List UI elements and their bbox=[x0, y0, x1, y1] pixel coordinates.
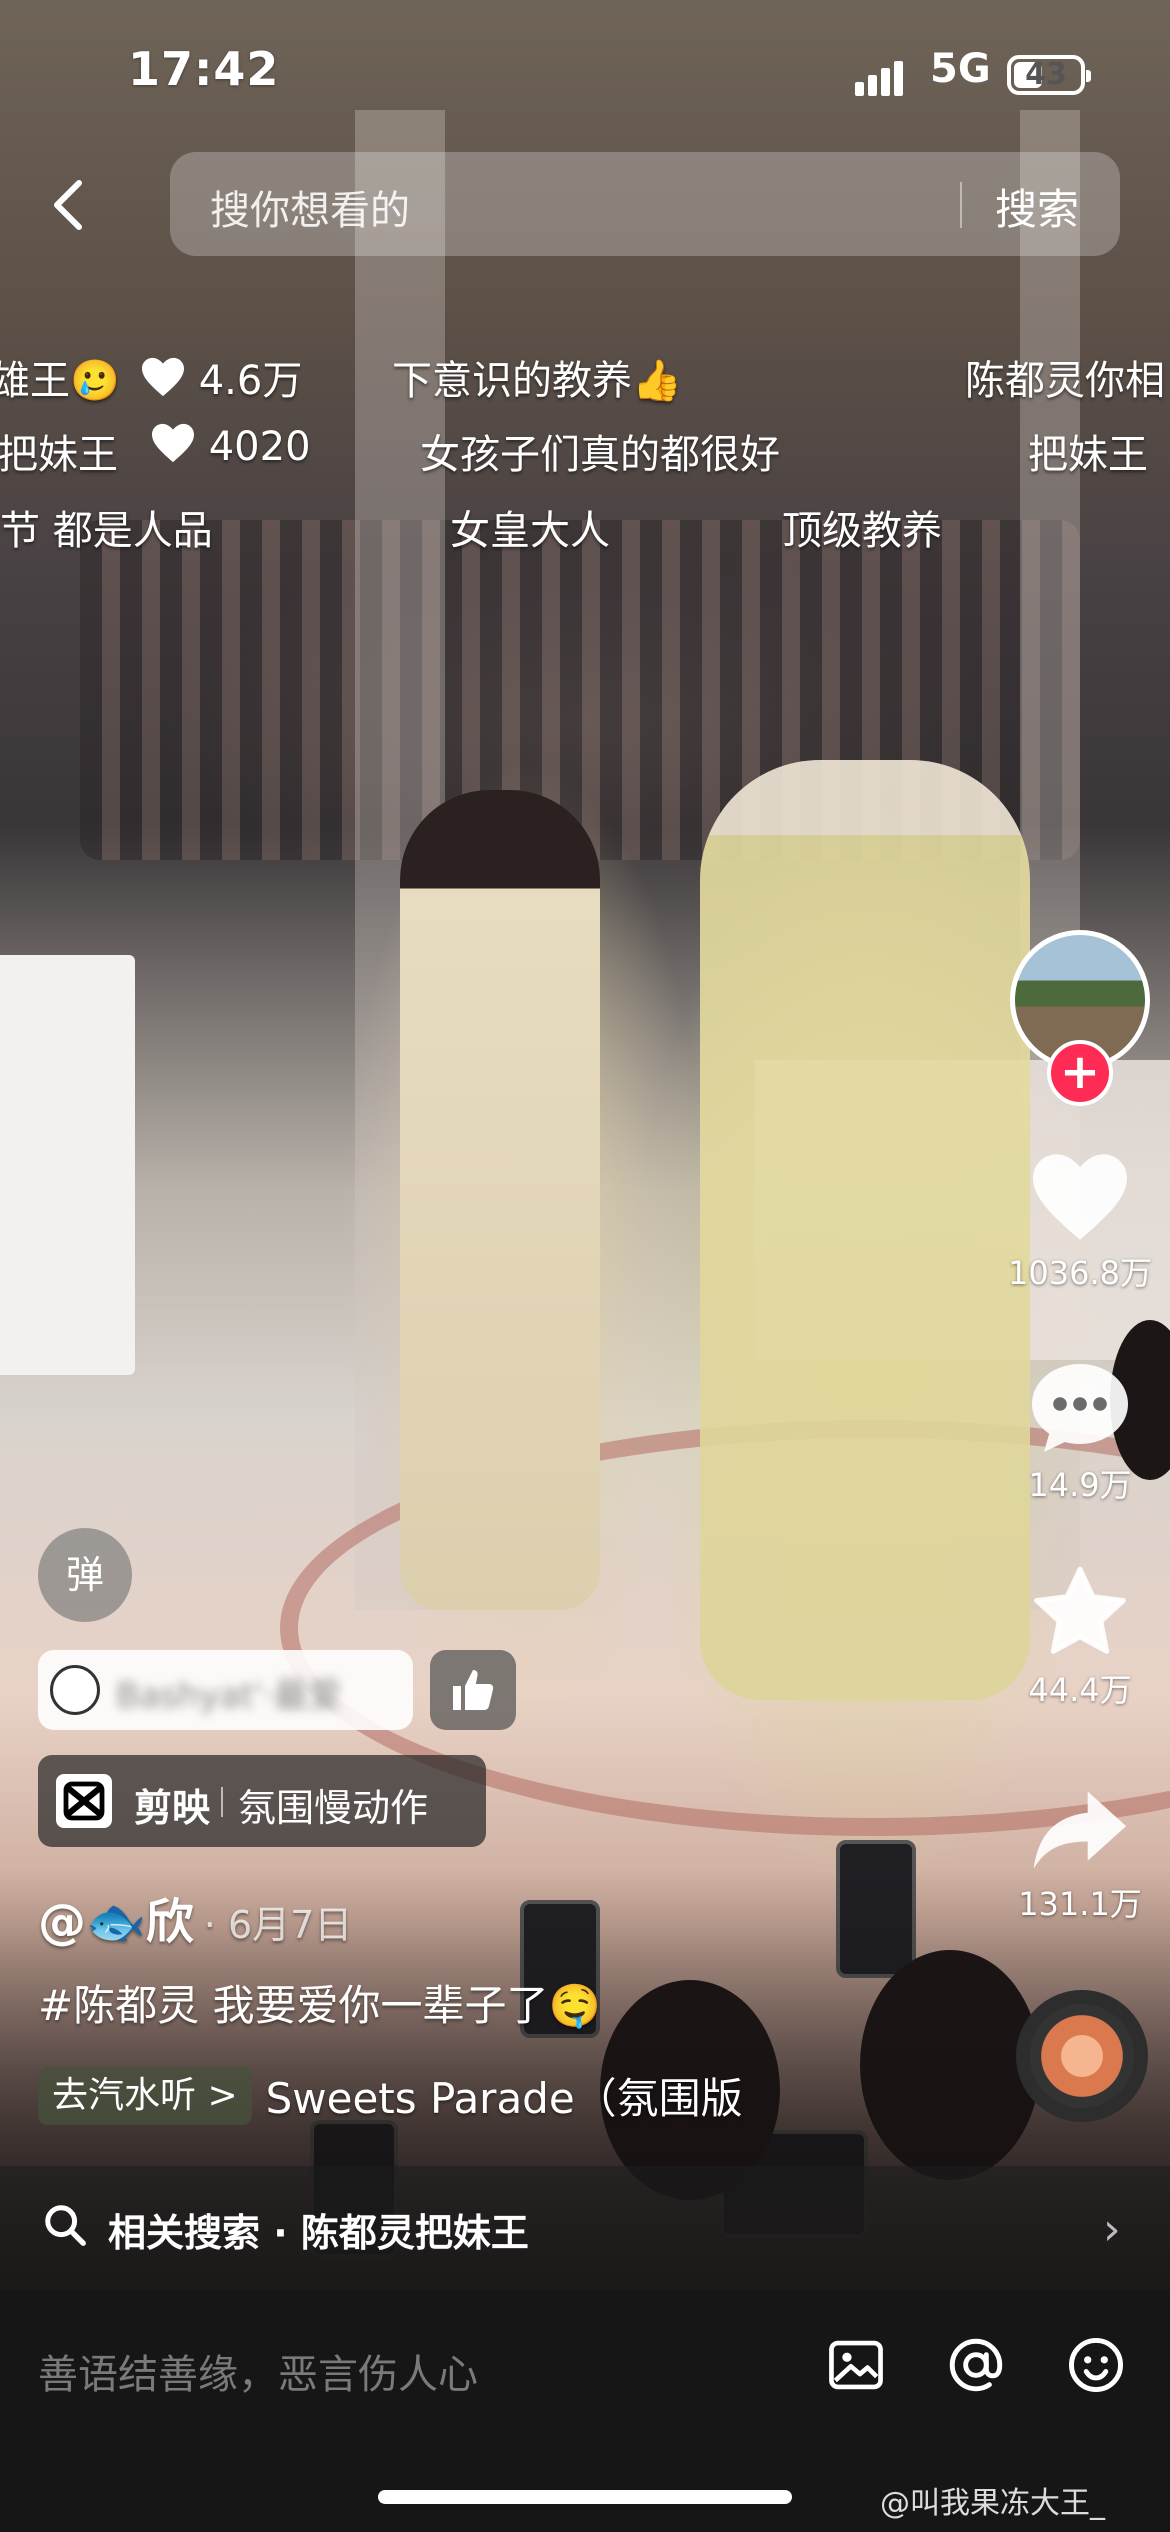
danmaku-comment: 顶级教养 bbox=[782, 508, 942, 554]
like-count: 1036.8万 bbox=[1008, 1254, 1152, 1292]
viewer-name: Bashyat'·最爱 bbox=[116, 1676, 342, 1716]
danmaku-comment: 女孩子们真的都很好 bbox=[420, 432, 780, 478]
search-button[interactable]: 搜索 bbox=[995, 176, 1079, 237]
favorite-button[interactable]: 44.4万 bbox=[995, 1565, 1165, 1711]
viewer-avatar bbox=[50, 1665, 100, 1715]
search-divider bbox=[960, 182, 962, 228]
recent-viewer-pill[interactable]: Bashyat'·最爱 bbox=[38, 1650, 413, 1730]
thumbs-up-button[interactable] bbox=[430, 1650, 516, 1730]
danmaku-toggle-button[interactable]: 弹 bbox=[38, 1528, 132, 1622]
person-figure bbox=[400, 790, 600, 1610]
music-disc[interactable] bbox=[1016, 1990, 1148, 2122]
status-bar: 17:42 5G 43 bbox=[0, 0, 1170, 150]
status-time: 17:42 bbox=[128, 42, 280, 96]
danmaku-comment: 节 都是人品 bbox=[0, 508, 213, 554]
capcut-template-link[interactable]: 剪映 氛围慢动作 bbox=[38, 1755, 486, 1847]
author-name[interactable]: @🐟欣 bbox=[38, 1894, 194, 1950]
mention-icon[interactable] bbox=[945, 2334, 1007, 2396]
danmaku-comment: 4020 bbox=[150, 422, 311, 470]
chevron-right-icon: › bbox=[1103, 2204, 1121, 2255]
related-search-text[interactable]: 相关搜索 · 陈都灵把妹王 bbox=[108, 2202, 529, 2257]
battery-percent: 43 bbox=[1025, 57, 1067, 92]
danmaku-comment: 陈都灵你相 bbox=[965, 358, 1165, 404]
post-date: · 6月7日 bbox=[203, 1903, 353, 1947]
share-count: 131.1万 bbox=[1018, 1885, 1142, 1923]
weibo-watermark: @叫我果冻大王_ bbox=[880, 2486, 1105, 2521]
heart-icon bbox=[142, 357, 184, 397]
star-icon bbox=[1034, 1566, 1126, 1654]
heart-icon bbox=[1033, 1154, 1127, 1240]
like-button[interactable]: 1036.8万 bbox=[995, 1150, 1165, 1294]
author-line[interactable]: @🐟欣 · 6月7日 bbox=[38, 1882, 352, 1952]
cellular-signal-icon bbox=[855, 60, 905, 96]
heart-icon bbox=[152, 423, 194, 463]
search-bar[interactable]: 搜你想看的 搜索 bbox=[170, 152, 1120, 256]
danmaku-comment: 把妹王 bbox=[1028, 432, 1148, 478]
video-caption[interactable]: #陈都灵 我要爱你一辈子了🤤 bbox=[38, 1972, 601, 2033]
danmaku-comment: 把妹王 bbox=[0, 432, 118, 478]
search-placeholder[interactable]: 搜你想看的 bbox=[210, 178, 410, 236]
open-in-qishui-button[interactable]: 去汽水听 > bbox=[38, 2066, 252, 2125]
back-button[interactable] bbox=[45, 175, 95, 235]
danmaku-comment: 4.6万 bbox=[140, 348, 302, 406]
chevron-left-icon bbox=[54, 180, 82, 230]
home-indicator[interactable] bbox=[378, 2490, 792, 2504]
comment-count: 14.9万 bbox=[1028, 1466, 1132, 1504]
thumbs-up-icon bbox=[453, 1670, 494, 1710]
person-figure bbox=[700, 760, 1030, 1700]
image-icon[interactable] bbox=[825, 2334, 887, 2396]
search-icon bbox=[45, 2205, 86, 2246]
capcut-logo-icon bbox=[56, 1774, 112, 1828]
follow-button[interactable]: + bbox=[1047, 1040, 1113, 1106]
emoji-icon[interactable] bbox=[1065, 2334, 1127, 2396]
danmaku-comment: 女皇大人 bbox=[450, 508, 610, 554]
capcut-app-name: 剪映 bbox=[134, 1786, 211, 1830]
music-title[interactable]: Sweets Parade（氛围版 bbox=[266, 2065, 743, 2126]
share-button[interactable]: 131.1万 bbox=[995, 1785, 1165, 1925]
music-row[interactable]: 去汽水听 > Sweets Parade（氛围版 bbox=[38, 2065, 743, 2126]
comment-button[interactable]: 14.9万 bbox=[995, 1360, 1165, 1506]
related-search-bar[interactable]: 相关搜索 · 陈都灵把妹王 › bbox=[0, 2166, 1170, 2290]
danmaku-comment: 雄王🥲 bbox=[0, 358, 120, 404]
comment-bubble-icon bbox=[1032, 1364, 1128, 1452]
network-type: 5G bbox=[930, 46, 991, 92]
share-arrow-icon bbox=[1033, 1791, 1127, 1869]
comment-input[interactable]: 善语结善缘，恶言伤人心 bbox=[38, 2342, 478, 2400]
battery-icon: 43 bbox=[1007, 55, 1091, 95]
favorite-count: 44.4万 bbox=[1028, 1671, 1132, 1709]
display-counter bbox=[0, 955, 135, 1375]
capcut-effect-name: 氛围慢动作 bbox=[238, 1786, 429, 1830]
danmaku-comment: 下意识的教养👍 bbox=[392, 358, 682, 404]
